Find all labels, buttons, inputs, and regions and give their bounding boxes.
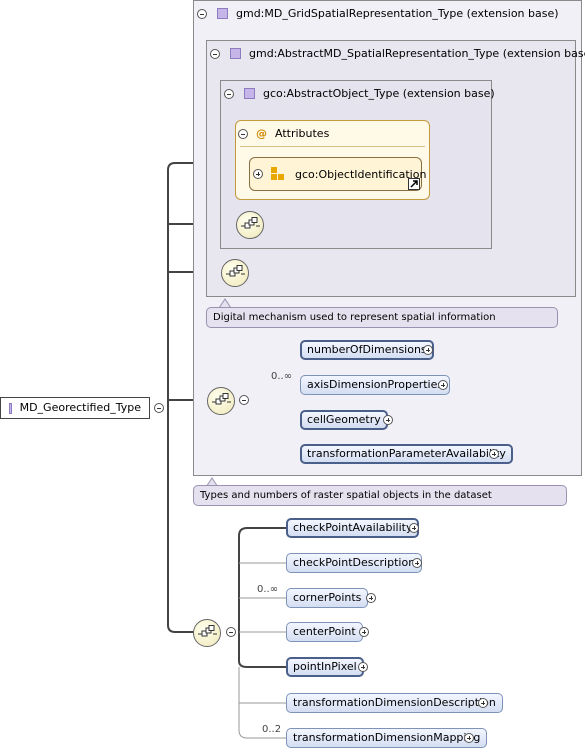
expand-element-icon[interactable] (366, 593, 376, 603)
element-label: transformationDimensionDescription (293, 696, 496, 709)
element-label: pointInPixel (293, 660, 357, 673)
sequence-compositor-icon[interactable] (236, 211, 264, 239)
annotation-spatial-text: Digital mechanism used to represent spat… (213, 312, 496, 323)
expand-element-icon[interactable] (409, 523, 419, 533)
complex-type-icon (244, 88, 255, 99)
annotation-grid-text: Types and numbers of raster spatial obje… (200, 490, 492, 501)
element-cell-geometry[interactable]: cellGeometry (300, 410, 388, 430)
collapse-attributes-icon[interactable] (238, 128, 248, 139)
collapse-root-icon[interactable] (154, 403, 164, 413)
extension-base-spatial-title: gmd:AbstractMD_SpatialRepresentation_Typ… (210, 47, 585, 60)
complex-type-icon (230, 48, 241, 59)
element-transformation-dimension-description[interactable]: transformationDimensionDescription (286, 693, 503, 713)
attributes-title: @ Attributes (238, 127, 329, 140)
attribute-group-icon (271, 167, 284, 180)
extension-base-object-label: gco:AbstractObject_Type (extension base) (263, 87, 495, 100)
expand-element-icon[interactable] (489, 449, 499, 459)
element-center-point[interactable]: centerPoint (286, 622, 363, 642)
collapse-sequence-icon[interactable] (239, 395, 249, 405)
complex-type-icon (9, 402, 12, 414)
extension-base-object-title: gco:AbstractObject_Type (extension base) (224, 87, 495, 100)
sequence-compositor-icon[interactable] (207, 387, 235, 415)
cardinality-label: 0..∞ (271, 371, 293, 382)
collapse-base-spatial-icon[interactable] (210, 48, 220, 59)
expand-attribute-icon[interactable] (253, 169, 263, 179)
external-link-icon[interactable] (408, 178, 420, 190)
extension-base-grid-title: gmd:MD_GridSpatialRepresentation_Type (e… (197, 7, 559, 20)
element-label: cellGeometry (307, 413, 381, 426)
element-check-point-description[interactable]: checkPointDescription (286, 553, 423, 573)
element-label: cornerPoints (293, 591, 362, 604)
element-label: checkPointDescription (293, 556, 416, 569)
collapse-base-grid-icon[interactable] (197, 8, 207, 19)
complex-type-icon (217, 8, 228, 19)
element-label: checkPointAvailability (293, 521, 413, 534)
sequence-compositor-icon[interactable] (221, 259, 249, 287)
expand-element-icon[interactable] (478, 698, 488, 708)
element-label: transformationDimensionMapping (293, 731, 481, 744)
root-type[interactable]: MD_Georectified_Type (0, 397, 150, 419)
expand-element-icon[interactable] (412, 558, 422, 568)
expand-element-icon[interactable] (438, 380, 448, 390)
element-transformation-parameter-availability[interactable]: transformationParameterAvailability (300, 444, 513, 464)
element-point-in-pixel[interactable]: pointInPixel (286, 657, 364, 677)
element-number-of-dimensions[interactable]: numberOfDimensions (300, 340, 434, 360)
attributes-label: Attributes (275, 127, 330, 140)
sequence-compositor-icon[interactable] (193, 619, 221, 647)
root-type-label: MD_Georectified_Type (19, 401, 141, 414)
expand-element-icon[interactable] (383, 415, 393, 425)
cardinality-label: 0..∞ (257, 584, 279, 595)
extension-base-spatial-label: gmd:AbstractMD_SpatialRepresentation_Typ… (249, 47, 585, 60)
element-label: transformationParameterAvailability (307, 447, 506, 460)
expand-element-icon[interactable] (464, 733, 474, 743)
element-corner-points[interactable]: cornerPoints (286, 588, 369, 608)
annotation-spatial: Digital mechanism used to represent spat… (206, 307, 558, 328)
element-label: numberOfDimensions (307, 343, 427, 356)
attribute-item: gco:ObjectIdentification (253, 167, 426, 181)
attributes-divider (240, 146, 425, 147)
element-axis-dimension-properties[interactable]: axisDimensionProperties (300, 375, 451, 395)
collapse-base-object-icon[interactable] (224, 88, 234, 99)
cardinality-label: 0..2 (262, 724, 282, 735)
element-label: axisDimensionProperties (307, 378, 444, 391)
element-transformation-dimension-mapping[interactable]: transformationDimensionMapping (286, 728, 488, 748)
attribute-at-icon: @ (256, 127, 267, 140)
annotation-grid: Types and numbers of raster spatial obje… (193, 485, 567, 506)
element-label: centerPoint (293, 625, 356, 638)
collapse-sequence-icon[interactable] (226, 627, 236, 637)
element-check-point-availability[interactable]: checkPointAvailability (286, 518, 420, 538)
extension-base-grid-label: gmd:MD_GridSpatialRepresentation_Type (e… (236, 7, 559, 20)
expand-element-icon[interactable] (423, 345, 433, 355)
attribute-item-label: gco:ObjectIdentification (295, 167, 427, 181)
expand-element-icon[interactable] (359, 627, 369, 637)
expand-element-icon[interactable] (358, 662, 368, 672)
